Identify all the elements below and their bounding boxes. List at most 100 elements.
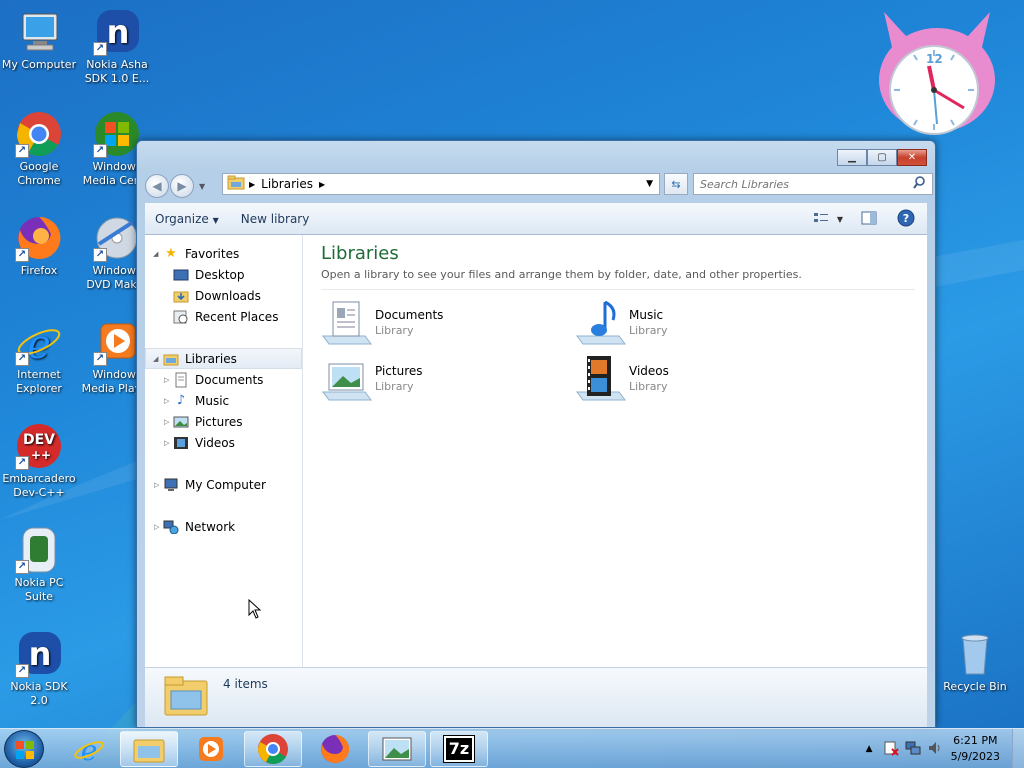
volume-icon[interactable] (927, 740, 943, 759)
clock-time: 6:21 PM (953, 734, 998, 747)
videos-library-icon (575, 354, 627, 402)
breadcrumb-arrow-icon[interactable]: ▶ (319, 180, 325, 189)
taskbar-chrome[interactable] (244, 731, 302, 767)
breadcrumb-arrow-icon[interactable]: ▶ (249, 180, 255, 189)
back-button[interactable]: ◀ (145, 174, 169, 198)
nav-documents[interactable]: ▷ Documents (145, 369, 302, 390)
desktop-icon-internet-explorer[interactable]: e ↗ Internet Explorer (0, 318, 78, 396)
clock-gadget[interactable]: 12 (876, 6, 998, 136)
taskbar-windows-explorer[interactable] (120, 731, 178, 767)
videos-icon (173, 435, 189, 451)
minimize-button[interactable]: ▁ (837, 149, 867, 166)
nav-label: My Computer (185, 477, 266, 492)
taskbar-7zip[interactable]: 7z (430, 731, 488, 767)
network-tray-icon[interactable] (905, 740, 921, 759)
taskbar-firefox[interactable] (306, 731, 364, 767)
organize-button[interactable]: Organize ▼ (155, 212, 219, 226)
shortcut-arrow-icon: ↗ (93, 144, 107, 158)
music-library-icon (575, 298, 627, 346)
help-icon: ? (897, 209, 915, 230)
shortcut-arrow-icon: ↗ (93, 42, 107, 56)
view-options-button[interactable]: ▼ (813, 211, 843, 228)
expand-arrow-icon[interactable]: ▷ (164, 418, 169, 426)
forward-button[interactable]: ▶ (170, 174, 194, 198)
computer-icon (163, 477, 179, 493)
new-library-button[interactable]: New library (241, 212, 310, 226)
network-icon (163, 519, 179, 535)
nav-downloads[interactable]: Downloads (145, 285, 302, 306)
nav-pictures[interactable]: ▷ Pictures (145, 411, 302, 432)
desktop-icon-recycle-bin[interactable]: Recycle Bin (936, 630, 1014, 694)
nav-label: Desktop (195, 267, 245, 282)
nav-favorites[interactable]: ◢ ★ Favorites (145, 243, 302, 264)
address-dropdown-icon[interactable]: ▼ (646, 179, 653, 189)
navigation-pane: ◢ ★ Favorites Desktop Downloads Recent P… (145, 235, 303, 667)
nav-desktop[interactable]: Desktop (145, 264, 302, 285)
library-music[interactable]: Music Library (575, 296, 805, 348)
library-videos[interactable]: Videos Library (575, 352, 805, 404)
start-button[interactable] (4, 730, 44, 768)
desktop-icon-nokia-sdk-java[interactable]: n ↗ Nokia SDK 2.0 for Java Em... (0, 630, 78, 708)
recent-pages-dropdown-icon[interactable]: ▼ (199, 182, 205, 191)
show-hidden-icons-button[interactable]: ▲ (866, 744, 873, 754)
desktop-icon-my-computer[interactable]: My Computer (0, 8, 78, 72)
expand-arrow-icon[interactable]: ▷ (154, 523, 159, 531)
explorer-window[interactable]: ▁ ▢ ✕ ◀ ▶ ▼ ▶ Libraries ▶ ▼ ⇆ Organize ▼… (136, 140, 936, 728)
help-button[interactable]: ? (897, 209, 915, 230)
clock-twelve-label: 12 (926, 52, 943, 66)
maximize-button[interactable]: ▢ (867, 149, 897, 166)
caption-buttons: ▁ ▢ ✕ (837, 149, 927, 166)
expand-arrow-icon[interactable]: ▷ (164, 397, 169, 405)
maximize-icon: ▢ (877, 152, 887, 163)
dvd-maker-icon: ↗ (93, 214, 141, 262)
nav-videos[interactable]: ▷ Videos (145, 432, 302, 453)
refresh-button[interactable]: ⇆ (664, 173, 688, 195)
nav-network[interactable]: ▷ Network (145, 516, 302, 537)
library-name: Music (629, 307, 664, 322)
desktop-icon-nokia-pc-suite[interactable]: ↗ Nokia PC Suite (0, 526, 78, 604)
search-input[interactable] (700, 177, 900, 191)
nokia-n-icon: n ↗ (15, 630, 63, 678)
system-clock[interactable]: 6:21 PM 5/9/2023 (951, 733, 1000, 765)
collapse-arrow-icon[interactable]: ◢ (153, 355, 158, 363)
navigation-bar: ◀ ▶ ▼ ▶ Libraries ▶ ▼ ⇆ (145, 173, 933, 199)
desktop-icon-devcpp[interactable]: DEV ++ ↗ Embarcadero Dev-C++ (0, 422, 78, 500)
shortcut-arrow-icon: ↗ (15, 456, 29, 470)
expand-arrow-icon[interactable]: ▷ (164, 439, 169, 447)
nav-recent-places[interactable]: Recent Places (145, 306, 302, 327)
shortcut-arrow-icon: ↗ (15, 560, 29, 574)
clock-date: 5/9/2023 (950, 750, 1000, 763)
taskbar-media-player[interactable] (182, 731, 240, 767)
address-bar[interactable]: ▶ Libraries ▶ ▼ (222, 173, 660, 195)
nav-music[interactable]: ▷ ♪ Music (145, 390, 302, 411)
expand-arrow-icon[interactable]: ▷ (154, 481, 159, 489)
svg-text:n: n (29, 635, 52, 673)
expand-arrow-icon[interactable]: ▷ (164, 376, 169, 384)
collapse-arrow-icon[interactable]: ◢ (153, 250, 158, 258)
libraries-view: Libraries Open a library to see your fil… (303, 235, 927, 667)
libraries-large-icon (163, 673, 209, 722)
library-documents[interactable]: Documents Library (321, 296, 551, 348)
view-list-icon (813, 211, 829, 228)
show-desktop-button[interactable] (1012, 729, 1024, 768)
library-pictures[interactable]: Pictures Library (321, 352, 551, 404)
breadcrumb-libraries[interactable]: Libraries (261, 177, 313, 191)
nav-libraries[interactable]: ◢ Libraries (145, 348, 302, 369)
firefox-icon (321, 734, 350, 763)
action-center-icon[interactable] (883, 740, 899, 759)
search-icon (913, 176, 926, 192)
desktop-icon-nokia-asha-sdk[interactable]: n ↗ Nokia Asha SDK 1.0 E... (78, 8, 156, 86)
documents-icon (173, 372, 189, 388)
desktop-icon-firefox[interactable]: ↗ Firefox (0, 214, 78, 278)
taskbar-internet-explorer[interactable]: e (60, 731, 118, 767)
taskbar-picture-viewer[interactable] (368, 731, 426, 767)
nav-my-computer[interactable]: ▷ My Computer (145, 474, 302, 495)
close-button[interactable]: ✕ (897, 149, 927, 166)
svg-text:n: n (107, 13, 130, 51)
search-box[interactable] (693, 173, 933, 195)
preview-pane-button[interactable] (861, 211, 877, 228)
media-player-icon (199, 737, 223, 761)
shortcut-arrow-icon: ↗ (15, 248, 29, 262)
desktop-icon-google-chrome[interactable]: ↗ Google Chrome (0, 110, 78, 188)
internet-explorer-icon: e ↗ (15, 318, 63, 368)
